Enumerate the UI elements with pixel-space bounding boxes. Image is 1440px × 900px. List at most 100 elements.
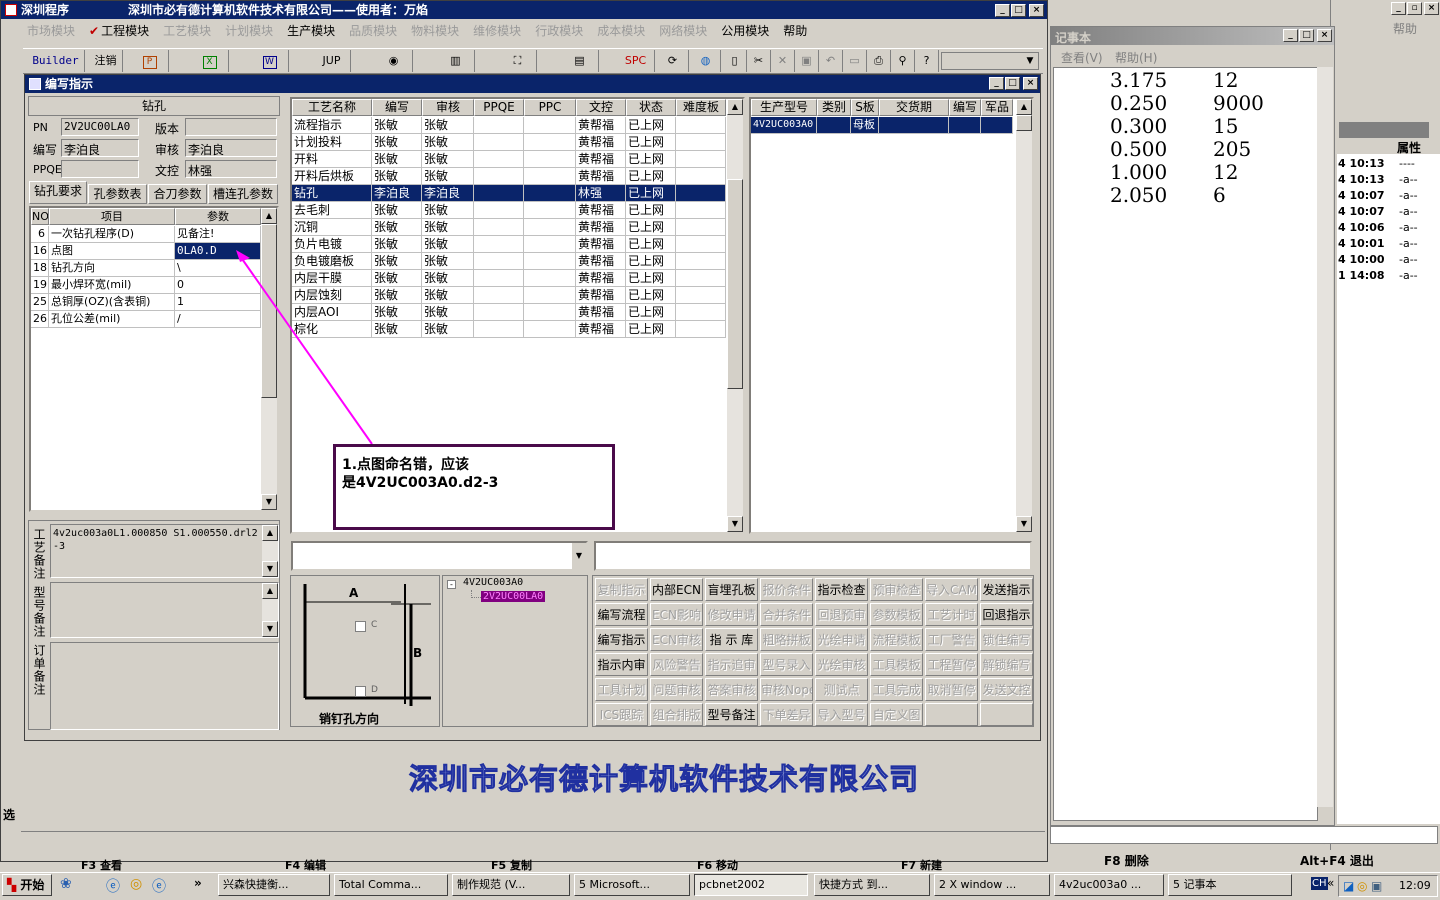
param-cell[interactable]: \ xyxy=(175,260,261,277)
action-button[interactable]: 工具模板 xyxy=(870,653,923,676)
menu-item[interactable]: 物料模块 xyxy=(411,24,459,38)
tab-1[interactable]: 孔参数表 xyxy=(88,184,147,204)
scroll-thumb[interactable] xyxy=(1016,115,1032,131)
start-button[interactable]: ▚ 开始 xyxy=(2,874,52,896)
action-button[interactable]: 内部ECN xyxy=(650,578,703,601)
action-button[interactable]: 型号备注 xyxy=(705,703,758,726)
fm-restore-button[interactable]: ▫ xyxy=(1407,2,1422,15)
action-button[interactable]: 指示内审 xyxy=(595,653,648,676)
delete-icon[interactable]: ✕ xyxy=(771,50,795,72)
model-column-header[interactable]: 生产型号 xyxy=(751,99,817,116)
ppqe-field[interactable] xyxy=(61,160,139,178)
order-remark-field[interactable] xyxy=(50,642,279,730)
menu-item[interactable]: 网络模块 xyxy=(659,24,707,38)
param-vscroll[interactable]: ▲ ▼ xyxy=(261,208,277,510)
logout-button[interactable]: 注销 xyxy=(89,50,123,72)
fm-attr[interactable]: ---- xyxy=(1399,157,1415,170)
action-button[interactable]: 导入CAM xyxy=(925,578,978,601)
action-button[interactable]: 组合排版 xyxy=(650,703,703,726)
action-button[interactable]: 盲埋孔板 xyxy=(705,578,758,601)
process-remark-vscroll[interactable]: ▲ ▼ xyxy=(262,525,278,577)
tray-icon-2[interactable]: ◎ xyxy=(1357,879,1367,893)
altf4-exit-label[interactable]: Alt+F4 退出 xyxy=(1300,852,1374,869)
fkey-label[interactable]: F4 编辑 xyxy=(285,857,326,873)
action-button[interactable]: 测试点 xyxy=(815,678,868,701)
fm-close-button[interactable]: × xyxy=(1424,2,1439,15)
action-button[interactable]: 工艺计时 xyxy=(925,603,978,626)
action-button[interactable]: 回退预审 xyxy=(815,603,868,626)
note-input[interactable] xyxy=(594,541,1032,571)
action-button[interactable]: 答案审核 xyxy=(705,678,758,701)
quicklaunch-icon-3[interactable]: ⓔ xyxy=(152,876,166,896)
notepad-minimize-button[interactable]: _ xyxy=(1283,29,1298,42)
action-button[interactable]: ICS跟踪 xyxy=(595,703,648,726)
fm-attr[interactable]: -a-- xyxy=(1399,237,1418,250)
help-icon[interactable]: ? xyxy=(915,50,939,72)
tree-expander-icon[interactable]: - xyxy=(447,580,456,589)
fm-minimize-button[interactable]: _ xyxy=(1391,2,1406,15)
action-button[interactable] xyxy=(925,703,978,726)
action-button[interactable]: 工具计划 xyxy=(595,678,648,701)
tray-icon-3[interactable]: ▣ xyxy=(1371,879,1382,893)
ppt-icon[interactable]: P xyxy=(131,50,169,72)
task-button[interactable]: 兴森快捷衡... xyxy=(218,874,330,896)
action-button[interactable]: 发送指示 xyxy=(980,578,1033,601)
action-button[interactable]: 回退指示 xyxy=(980,603,1033,626)
preview-icon[interactable]: ▭ xyxy=(843,50,867,72)
notepad-close-button[interactable]: × xyxy=(1317,29,1332,42)
process-column-header[interactable]: 文控 xyxy=(576,99,626,116)
menu-item[interactable]: 公用模块 xyxy=(721,24,769,38)
action-button[interactable]: 工具完成 xyxy=(870,678,923,701)
param-cell[interactable]: 见备注! xyxy=(175,226,261,243)
fkey-label[interactable]: F5 复制 xyxy=(491,857,532,873)
eye-icon[interactable]: ◉ xyxy=(375,50,413,72)
spc-button[interactable]: SPC xyxy=(617,50,655,72)
scroll-up-icon[interactable]: ▲ xyxy=(727,99,743,115)
cut-icon[interactable]: ✂ xyxy=(747,50,771,72)
filter-combo[interactable]: ▼ xyxy=(291,541,588,571)
task-button[interactable]: 4v2uc003a0 ... xyxy=(1054,874,1164,896)
action-button[interactable]: ECN审核 xyxy=(650,628,703,651)
action-button[interactable]: 风险警告 xyxy=(650,653,703,676)
quicklaunch-icon-2[interactable]: ◎ xyxy=(130,876,142,892)
fm-attr[interactable]: -a-- xyxy=(1399,221,1418,234)
scroll-down-icon[interactable]: ▼ xyxy=(1016,516,1032,532)
action-button[interactable]: 粗略拼板 xyxy=(760,628,813,651)
action-button[interactable]: 合并条件 xyxy=(760,603,813,626)
chevron-down-icon[interactable]: ▼ xyxy=(572,543,586,569)
scroll-down-icon[interactable]: ▼ xyxy=(727,516,743,532)
process-column-header[interactable]: PPQE xyxy=(474,99,524,116)
fm-time[interactable]: 1 14:08 xyxy=(1338,269,1385,282)
word-icon[interactable]: W xyxy=(251,50,289,72)
quicklaunch-more[interactable]: » xyxy=(194,876,202,890)
scroll-thumb[interactable] xyxy=(727,179,743,389)
fm-time[interactable]: 4 10:07 xyxy=(1338,205,1385,218)
menu-item[interactable]: 计划模块 xyxy=(225,24,273,38)
action-button[interactable]: 指 示 库 xyxy=(705,628,758,651)
refresh-icon[interactable]: ⟳ xyxy=(657,50,689,72)
builder-button[interactable]: Builder xyxy=(27,50,85,72)
action-button[interactable]: 工厂警告 xyxy=(925,628,978,651)
action-button[interactable]: 发送文控 xyxy=(980,678,1033,701)
process-column-header[interactable]: 状态 xyxy=(626,99,676,116)
process-remark-field[interactable]: 4v2uc003a0L1.000850 S1.000550.drl2-3 ▲ ▼ xyxy=(50,524,279,578)
excel-icon[interactable]: X xyxy=(191,50,229,72)
fm-path-combo[interactable] xyxy=(1050,826,1438,844)
model-column-header[interactable]: 军品 xyxy=(981,99,1013,116)
tree-root[interactable]: 4V2UC003A0 xyxy=(463,577,523,588)
action-button[interactable]: 光绘审核 xyxy=(815,653,868,676)
notepad-vscroll[interactable] xyxy=(1317,67,1333,807)
toolbar-combo[interactable]: ▼ xyxy=(941,52,1039,70)
menu-item[interactable]: 市场模块 xyxy=(27,24,75,38)
print-icon[interactable]: ⎙ xyxy=(867,50,891,72)
ime-indicator[interactable]: CH xyxy=(1311,877,1328,890)
undo-icon[interactable]: ↶ xyxy=(819,50,843,72)
fm-time[interactable]: 4 10:06 xyxy=(1338,221,1385,234)
param-column-header[interactable]: NO xyxy=(31,208,49,225)
task-button[interactable]: 5 记事本 xyxy=(1168,874,1292,896)
scroll-down-icon[interactable]: ▼ xyxy=(261,494,277,510)
fm-time[interactable]: 4 10:01 xyxy=(1338,237,1385,250)
scroll-up-icon[interactable]: ▲ xyxy=(1016,99,1032,115)
fm-attr[interactable]: -a-- xyxy=(1399,205,1418,218)
version-field[interactable] xyxy=(185,118,277,136)
